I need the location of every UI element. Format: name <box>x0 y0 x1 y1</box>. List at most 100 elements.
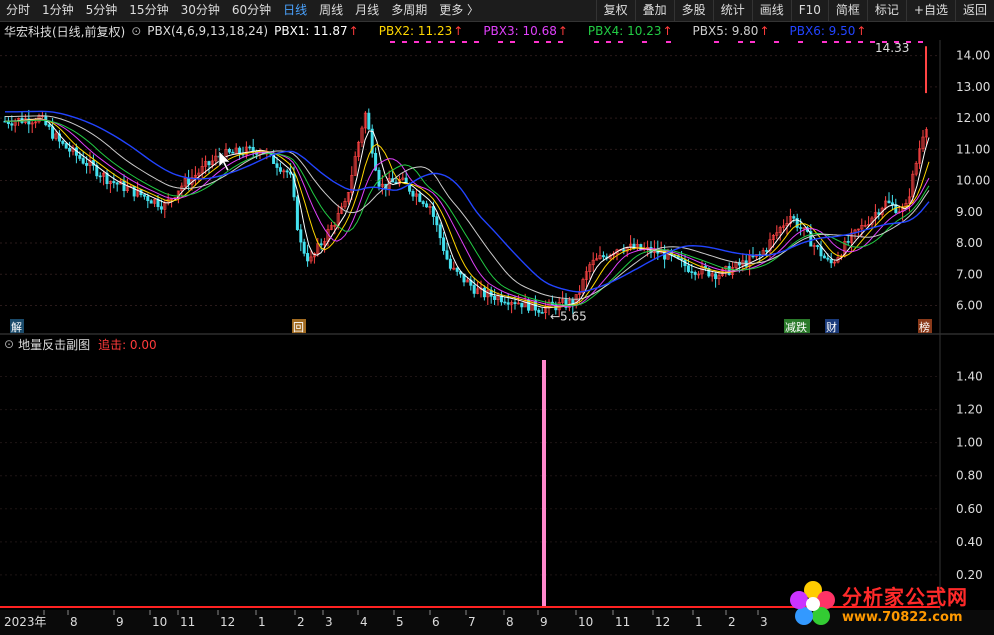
candle-body <box>47 124 51 127</box>
toolbar-right-buttons: 复权 叠加 多股 统计 画线 F10 简框 标记 +自选 返回 <box>595 0 994 21</box>
candle-body <box>187 178 191 185</box>
candle-body <box>601 255 605 258</box>
toolbar-button-5[interactable]: F10 <box>790 0 828 21</box>
candle-body <box>132 186 136 197</box>
up-arrow-icon: ↑ <box>662 24 673 38</box>
candle-body <box>751 255 755 258</box>
candles <box>3 108 928 320</box>
x-axis-label: 3 <box>760 615 768 629</box>
candle-body <box>112 181 116 184</box>
x-axis-label: 8 <box>506 615 514 629</box>
candle-body <box>51 126 55 139</box>
candle-body <box>727 266 731 275</box>
candle-body <box>227 148 231 153</box>
candle-body <box>887 200 891 204</box>
pbx-values: PBX1: 11.87↑ PBX2: 11.23↑ PBX3: 10.68↑ PBX4… <box>274 24 878 38</box>
candle-body <box>278 167 282 172</box>
sub-tick-label: 0.60 <box>956 502 983 516</box>
collapse-icon[interactable]: ⊙ <box>4 337 14 351</box>
period-tab-4[interactable]: 30分钟 <box>175 0 226 21</box>
flower-logo-icon <box>790 581 835 625</box>
period-tab-3[interactable]: 15分钟 <box>123 0 174 21</box>
toolbar-button-2[interactable]: 多股 <box>673 0 713 21</box>
sub-tick-label: 0.80 <box>956 469 983 483</box>
candle-body <box>846 241 850 243</box>
candle-body <box>295 196 299 230</box>
x-axis-label: 10 <box>578 615 593 629</box>
stock-name: 华宏科技(日线,前复权) <box>4 24 126 39</box>
candle-body <box>799 227 803 229</box>
candle-body <box>448 258 452 269</box>
up-arrow-icon: ↑ <box>453 24 464 38</box>
x-axis-label: 3 <box>325 615 333 629</box>
period-tab-9[interactable]: 多周期 <box>385 0 433 21</box>
up-arrow-icon: ↑ <box>856 24 867 38</box>
period-tab-1[interactable]: 1分钟 <box>36 0 80 21</box>
pbx-line-6 <box>5 110 930 293</box>
candle-body <box>540 312 544 314</box>
candle-body <box>367 112 371 130</box>
candle-body <box>425 203 429 208</box>
candle-body <box>686 265 690 272</box>
period-tab-8[interactable]: 月线 <box>349 0 385 21</box>
price-tick-label: 6.00 <box>956 299 983 313</box>
candle-body <box>513 302 517 304</box>
candle-body <box>455 267 459 272</box>
x-axis-label: 2 <box>728 615 736 629</box>
candle-body <box>431 206 435 217</box>
candle-body <box>829 258 833 264</box>
x-axis-label: 5 <box>396 615 404 629</box>
period-tab-0[interactable]: 分时 <box>0 0 36 21</box>
toolbar-button-7[interactable]: 标记 <box>866 0 906 21</box>
candle-body <box>207 161 211 166</box>
toolbar-button-4[interactable]: 画线 <box>751 0 791 21</box>
toolbar-button-6[interactable]: 简框 <box>827 0 867 21</box>
price-tick-label: 12.00 <box>956 111 990 125</box>
toolbar-button-1[interactable]: 叠加 <box>634 0 674 21</box>
pbx-value-4: PBX4: 10.23↑ <box>587 24 673 38</box>
x-axis-label: 1 <box>695 615 703 629</box>
indicator-settings-icon[interactable]: ⊙ <box>131 24 141 38</box>
period-tab-7[interactable]: 周线 <box>313 0 349 21</box>
toolbar-button-3[interactable]: 统计 <box>712 0 752 21</box>
candle-body <box>142 194 146 197</box>
up-arrow-icon: ↑ <box>759 24 770 38</box>
pbx-value-6: PBX6: 9.50↑ <box>789 24 867 38</box>
candle-body <box>68 147 72 152</box>
toolbar-button-9[interactable]: 返回 <box>954 0 994 21</box>
candle-body <box>319 243 323 246</box>
indicator-name[interactable]: PBX(4,6,9,13,18,24) <box>147 24 268 38</box>
toolbar-button-8[interactable]: +自选 <box>905 0 955 21</box>
candle-body <box>472 285 476 294</box>
candle-body <box>503 301 507 304</box>
candle-body <box>146 196 150 201</box>
candle-body <box>64 143 68 149</box>
candle-body <box>445 250 449 260</box>
period-tab-6[interactable]: 日线 <box>277 0 313 21</box>
x-axis-label: 11 <box>180 615 195 629</box>
x-axis-label: 4 <box>360 615 368 629</box>
candle-body <box>438 224 442 239</box>
marker-hui: 回 <box>293 321 304 334</box>
x-axis-label: 6 <box>432 615 440 629</box>
period-tab-10[interactable]: 更多 〉 <box>433 0 485 21</box>
candle-body <box>816 245 820 247</box>
sub-tick-label: 1.20 <box>956 403 983 417</box>
up-arrow-icon: ↑ <box>348 24 359 38</box>
x-axis-label: 9 <box>116 615 124 629</box>
sub-panel-header: ⊙ 地量反击副图 追击: 0.00 <box>0 336 157 352</box>
period-tab-2[interactable]: 5分钟 <box>80 0 124 21</box>
candle-body <box>714 273 718 280</box>
sub-panel-value: 追击: 0.00 <box>98 337 157 352</box>
candle-body <box>890 202 894 205</box>
candle-body <box>442 237 446 252</box>
toolbar-button-0[interactable]: 复权 <box>595 0 635 21</box>
candle-body <box>482 287 486 298</box>
period-toolbar: 分时 1分钟 5分钟 15分钟 30分钟 60分钟 日线 周线 月线 多周期 更多 〉 复权 叠加 多股… <box>0 0 994 22</box>
candle-body <box>435 216 439 226</box>
candle-body <box>411 191 415 197</box>
x-axis-label: 7 <box>468 615 476 629</box>
sub-panel-title: 地量反击副图 <box>18 337 91 352</box>
period-tab-5[interactable]: 60分钟 <box>226 0 277 21</box>
price-tick-label: 14.00 <box>956 49 990 63</box>
